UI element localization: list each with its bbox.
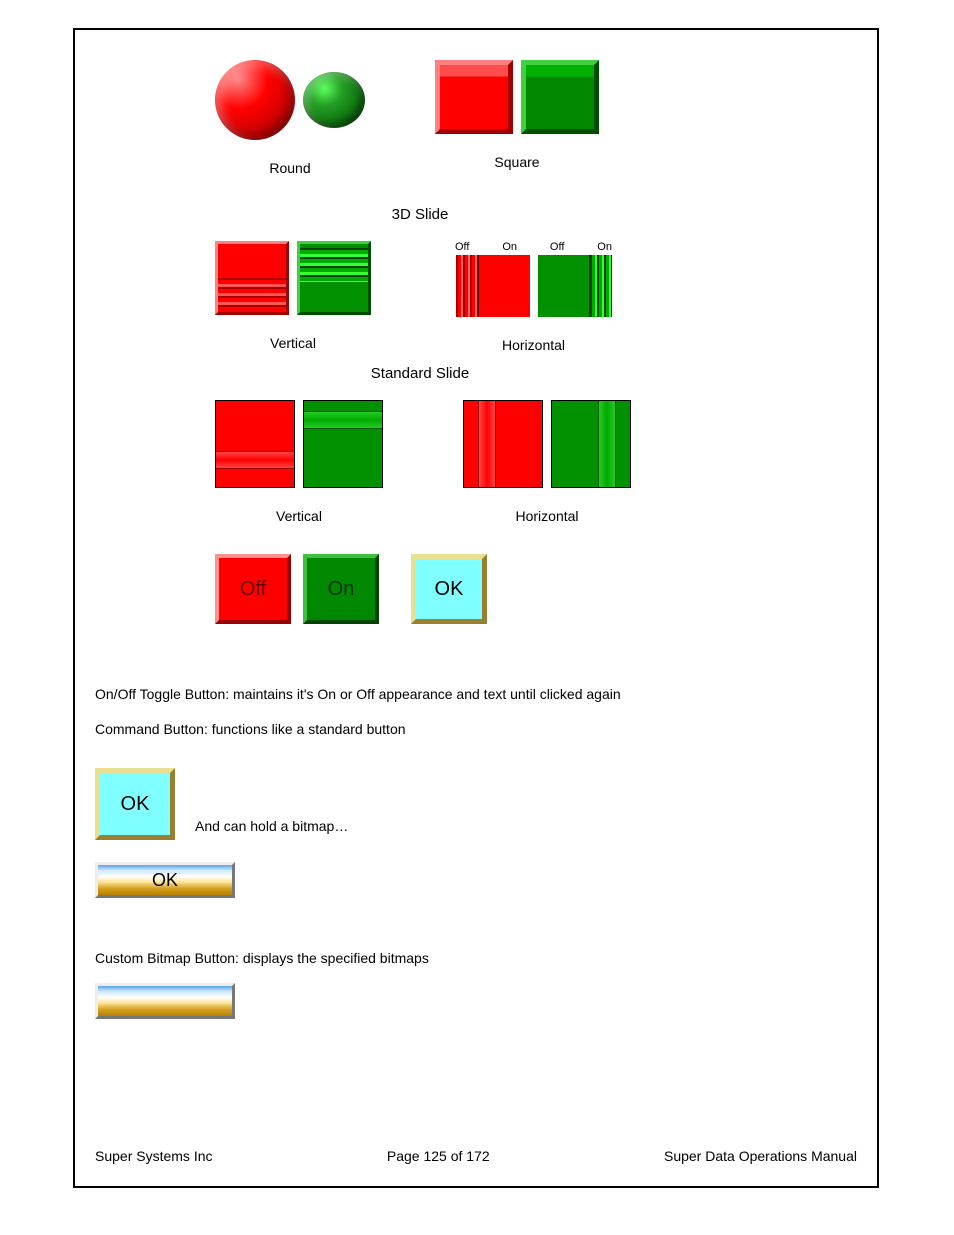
bitmap-hold-text: And can hold a bitmap… — [195, 818, 348, 840]
toggle-description: On/Off Toggle Button: maintains it's On … — [95, 684, 857, 705]
custom-bitmap-description: Custom Bitmap Button: displays the speci… — [95, 948, 857, 969]
scale-off-1: Off — [455, 241, 469, 253]
scale-labels: Off On Off On — [451, 241, 616, 255]
page-footer: Super Systems Inc Page 125 of 172 Super … — [95, 1148, 857, 1164]
ok-button-1[interactable]: OK — [411, 554, 487, 624]
round-label: Round — [269, 160, 310, 176]
scale-on-2: On — [597, 241, 612, 253]
footer-center: Page 125 of 172 — [387, 1148, 490, 1164]
vertical-label-1: Vertical — [270, 335, 316, 351]
toggle-button-row: Off On OK — [215, 554, 857, 624]
horizontal-label-2: Horizontal — [515, 508, 578, 524]
slide3d-horizontal-red — [456, 255, 530, 317]
shape-row-3: Vertical Horizontal — [215, 400, 857, 524]
shape-row-1: Round Square — [215, 60, 857, 176]
ok-button-2[interactable]: OK — [95, 768, 175, 840]
scale-off-2: Off — [550, 241, 564, 253]
off-button[interactable]: Off — [215, 554, 291, 624]
heading-standard-slide: Standard Slide — [230, 365, 610, 382]
footer-left: Super Systems Inc — [95, 1148, 213, 1164]
slide3d-horizontal-group: Off On Off On Horizontal — [451, 241, 616, 353]
std-vertical-group: Vertical — [215, 400, 383, 524]
slide3d-horizontal-green — [538, 255, 612, 317]
std-horizontal-group: Horizontal — [463, 400, 631, 524]
on-button[interactable]: On — [303, 554, 379, 624]
square-label: Square — [494, 154, 539, 170]
std-vertical-red — [215, 400, 295, 488]
std-vertical-green — [303, 400, 383, 488]
command-description: Command Button: functions like a standar… — [95, 719, 857, 740]
std-horizontal-green — [551, 400, 631, 488]
ok-bitmap-block: OK And can hold a bitmap… — [95, 768, 857, 840]
square-group: Square — [435, 60, 599, 176]
std-horizontal-red — [463, 400, 543, 488]
slide3d-vertical-green — [297, 241, 371, 315]
footer-right: Super Data Operations Manual — [664, 1148, 857, 1164]
horizontal-label-1: Horizontal — [502, 337, 565, 353]
document-page: Round Square 3D Slide Vertical Off On — [73, 28, 879, 1188]
square-button-green — [521, 60, 599, 134]
scale-on-1: On — [502, 241, 517, 253]
round-button-green — [303, 72, 365, 128]
heading-3d-slide: 3D Slide — [230, 206, 610, 223]
bitmap-button-blank[interactable] — [95, 983, 235, 1019]
slide3d-vertical-group: Vertical — [215, 241, 371, 353]
vertical-label-2: Vertical — [276, 508, 322, 524]
square-button-red — [435, 60, 513, 134]
shape-row-2: Vertical Off On Off On Horizontal — [215, 241, 857, 353]
slide3d-vertical-red — [215, 241, 289, 315]
round-group: Round — [215, 60, 365, 176]
bitmap-ok-button[interactable]: OK — [95, 862, 235, 898]
round-button-red — [215, 60, 295, 140]
